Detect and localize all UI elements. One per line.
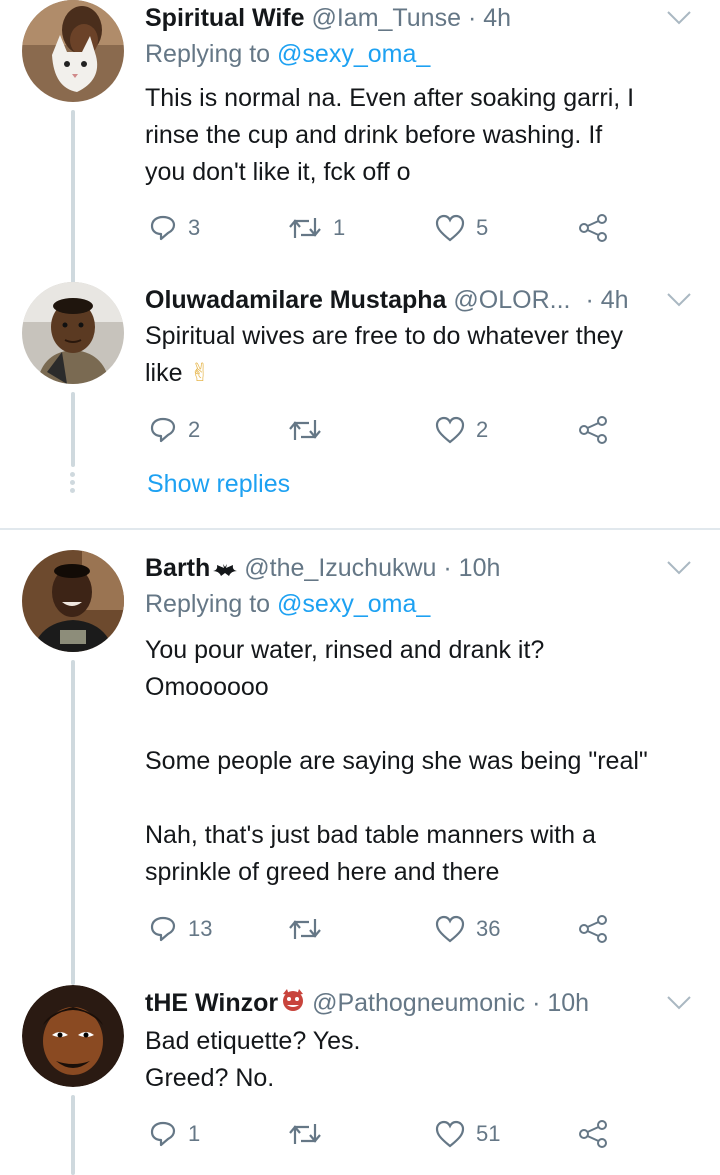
- timestamp[interactable]: · 10h: [443, 554, 500, 582]
- retweet-count: 1: [333, 215, 346, 240]
- retweet-icon: [289, 218, 321, 238]
- more-replies-dots: [70, 472, 76, 496]
- tweet-actions: 1 51: [0, 1116, 720, 1152]
- replying-to: Replying to @sexy_oma_: [145, 40, 431, 68]
- tweet-text: You pour water, rinsed and drank it? Omo…: [145, 636, 648, 886]
- author-handle[interactable]: @Pathogneumonic: [312, 989, 525, 1017]
- author-handle[interactable]: @OLOR...: [453, 286, 570, 314]
- like-count: 51: [476, 1121, 501, 1146]
- timestamp[interactable]: · 4h: [468, 4, 511, 32]
- tweet-actions: 3 1 5: [0, 210, 720, 246]
- avatar[interactable]: [22, 550, 124, 652]
- like-count: 2: [476, 417, 489, 442]
- retweet-button[interactable]: [287, 911, 333, 947]
- author-name[interactable]: Barth: [145, 554, 210, 582]
- reply-icon: [150, 417, 176, 443]
- tweet-actions: 13 36: [0, 911, 720, 947]
- tweet-text: Bad etiquette? Yes. Greed? No.: [145, 1027, 361, 1092]
- like-button[interactable]: 2: [434, 412, 488, 448]
- replying-to-handle[interactable]: @sexy_oma_: [277, 40, 430, 68]
- like-count: 36: [476, 916, 501, 941]
- chevron-down-icon[interactable]: [666, 560, 692, 581]
- ogre-emoji: [280, 986, 306, 1022]
- retweet-button[interactable]: 1: [287, 210, 345, 246]
- retweet-button[interactable]: [287, 412, 333, 448]
- chevron-down-icon[interactable]: [666, 995, 692, 1016]
- tweet-spiritual-wife[interactable]: Spiritual Wife @Iam_Tunse · 4h Replying …: [0, 0, 720, 290]
- share-icon: [579, 915, 607, 943]
- show-replies-link[interactable]: Show replies: [147, 470, 290, 499]
- like-icon: [435, 1120, 465, 1148]
- reply-icon: [150, 215, 176, 241]
- reply-icon: [150, 916, 176, 942]
- author-handle[interactable]: @Iam_Tunse: [311, 4, 461, 32]
- chevron-down-icon[interactable]: [666, 292, 692, 313]
- avatar[interactable]: [22, 985, 124, 1087]
- reply-count: 13: [188, 916, 213, 941]
- retweet-button[interactable]: [287, 1116, 333, 1152]
- tweet-oluwadamilare[interactable]: Oluwadamilare Mustapha @OLOR... · 4h Spi…: [0, 282, 720, 482]
- tweet-barth[interactable]: Barth @the_Izuchukwu · 10h Replying to @s…: [0, 550, 720, 985]
- share-button[interactable]: [578, 412, 608, 448]
- tweet-text: This is normal na. Even after soaking ga…: [145, 84, 635, 186]
- like-icon: [435, 915, 465, 943]
- like-icon: [435, 214, 465, 242]
- share-button[interactable]: [578, 911, 608, 947]
- retweet-icon: [289, 420, 321, 440]
- reply-icon: [150, 1121, 176, 1147]
- share-icon: [579, 214, 607, 242]
- avatar[interactable]: [22, 282, 124, 384]
- tweet-the-winzor[interactable]: tHE Winzor @Pathogneumonic · 10h Bad etiq…: [0, 985, 720, 1175]
- reply-button[interactable]: 1: [148, 1116, 200, 1152]
- bat-emoji: [212, 551, 238, 587]
- share-icon: [579, 416, 607, 444]
- victory-hand-emoji: ✌: [189, 359, 211, 387]
- author-name[interactable]: Oluwadamilare Mustapha: [145, 286, 446, 314]
- reply-count: 2: [188, 417, 201, 442]
- author-handle[interactable]: @the_Izuchukwu: [244, 554, 436, 582]
- chevron-down-icon[interactable]: [666, 10, 692, 31]
- share-button[interactable]: [578, 1116, 608, 1152]
- share-icon: [579, 1120, 607, 1148]
- avatar[interactable]: [22, 0, 124, 102]
- timestamp[interactable]: · 10h: [532, 989, 589, 1017]
- like-icon: [435, 416, 465, 444]
- divider: [0, 528, 720, 530]
- tweet-text: Spiritual wives are free to do whatever …: [145, 322, 624, 387]
- replying-to-handle[interactable]: @sexy_oma_: [277, 590, 430, 618]
- replying-to: Replying to @sexy_oma_: [145, 590, 431, 618]
- tweet-actions: 2 2: [0, 412, 720, 448]
- reply-count: 3: [188, 215, 201, 240]
- like-button[interactable]: 51: [434, 1116, 500, 1152]
- like-count: 5: [476, 215, 489, 240]
- reply-button[interactable]: 3: [148, 210, 200, 246]
- like-button[interactable]: 5: [434, 210, 488, 246]
- author-name[interactable]: tHE Winzor: [145, 989, 278, 1017]
- thread-line: [71, 110, 75, 290]
- retweet-icon: [289, 1124, 321, 1144]
- timestamp[interactable]: · 4h: [585, 286, 628, 314]
- share-button[interactable]: [578, 210, 608, 246]
- retweet-icon: [289, 919, 321, 939]
- reply-count: 1: [188, 1121, 201, 1146]
- reply-button[interactable]: 13: [148, 911, 212, 947]
- author-name[interactable]: Spiritual Wife: [145, 4, 305, 32]
- reply-button[interactable]: 2: [148, 412, 200, 448]
- like-button[interactable]: 36: [434, 911, 500, 947]
